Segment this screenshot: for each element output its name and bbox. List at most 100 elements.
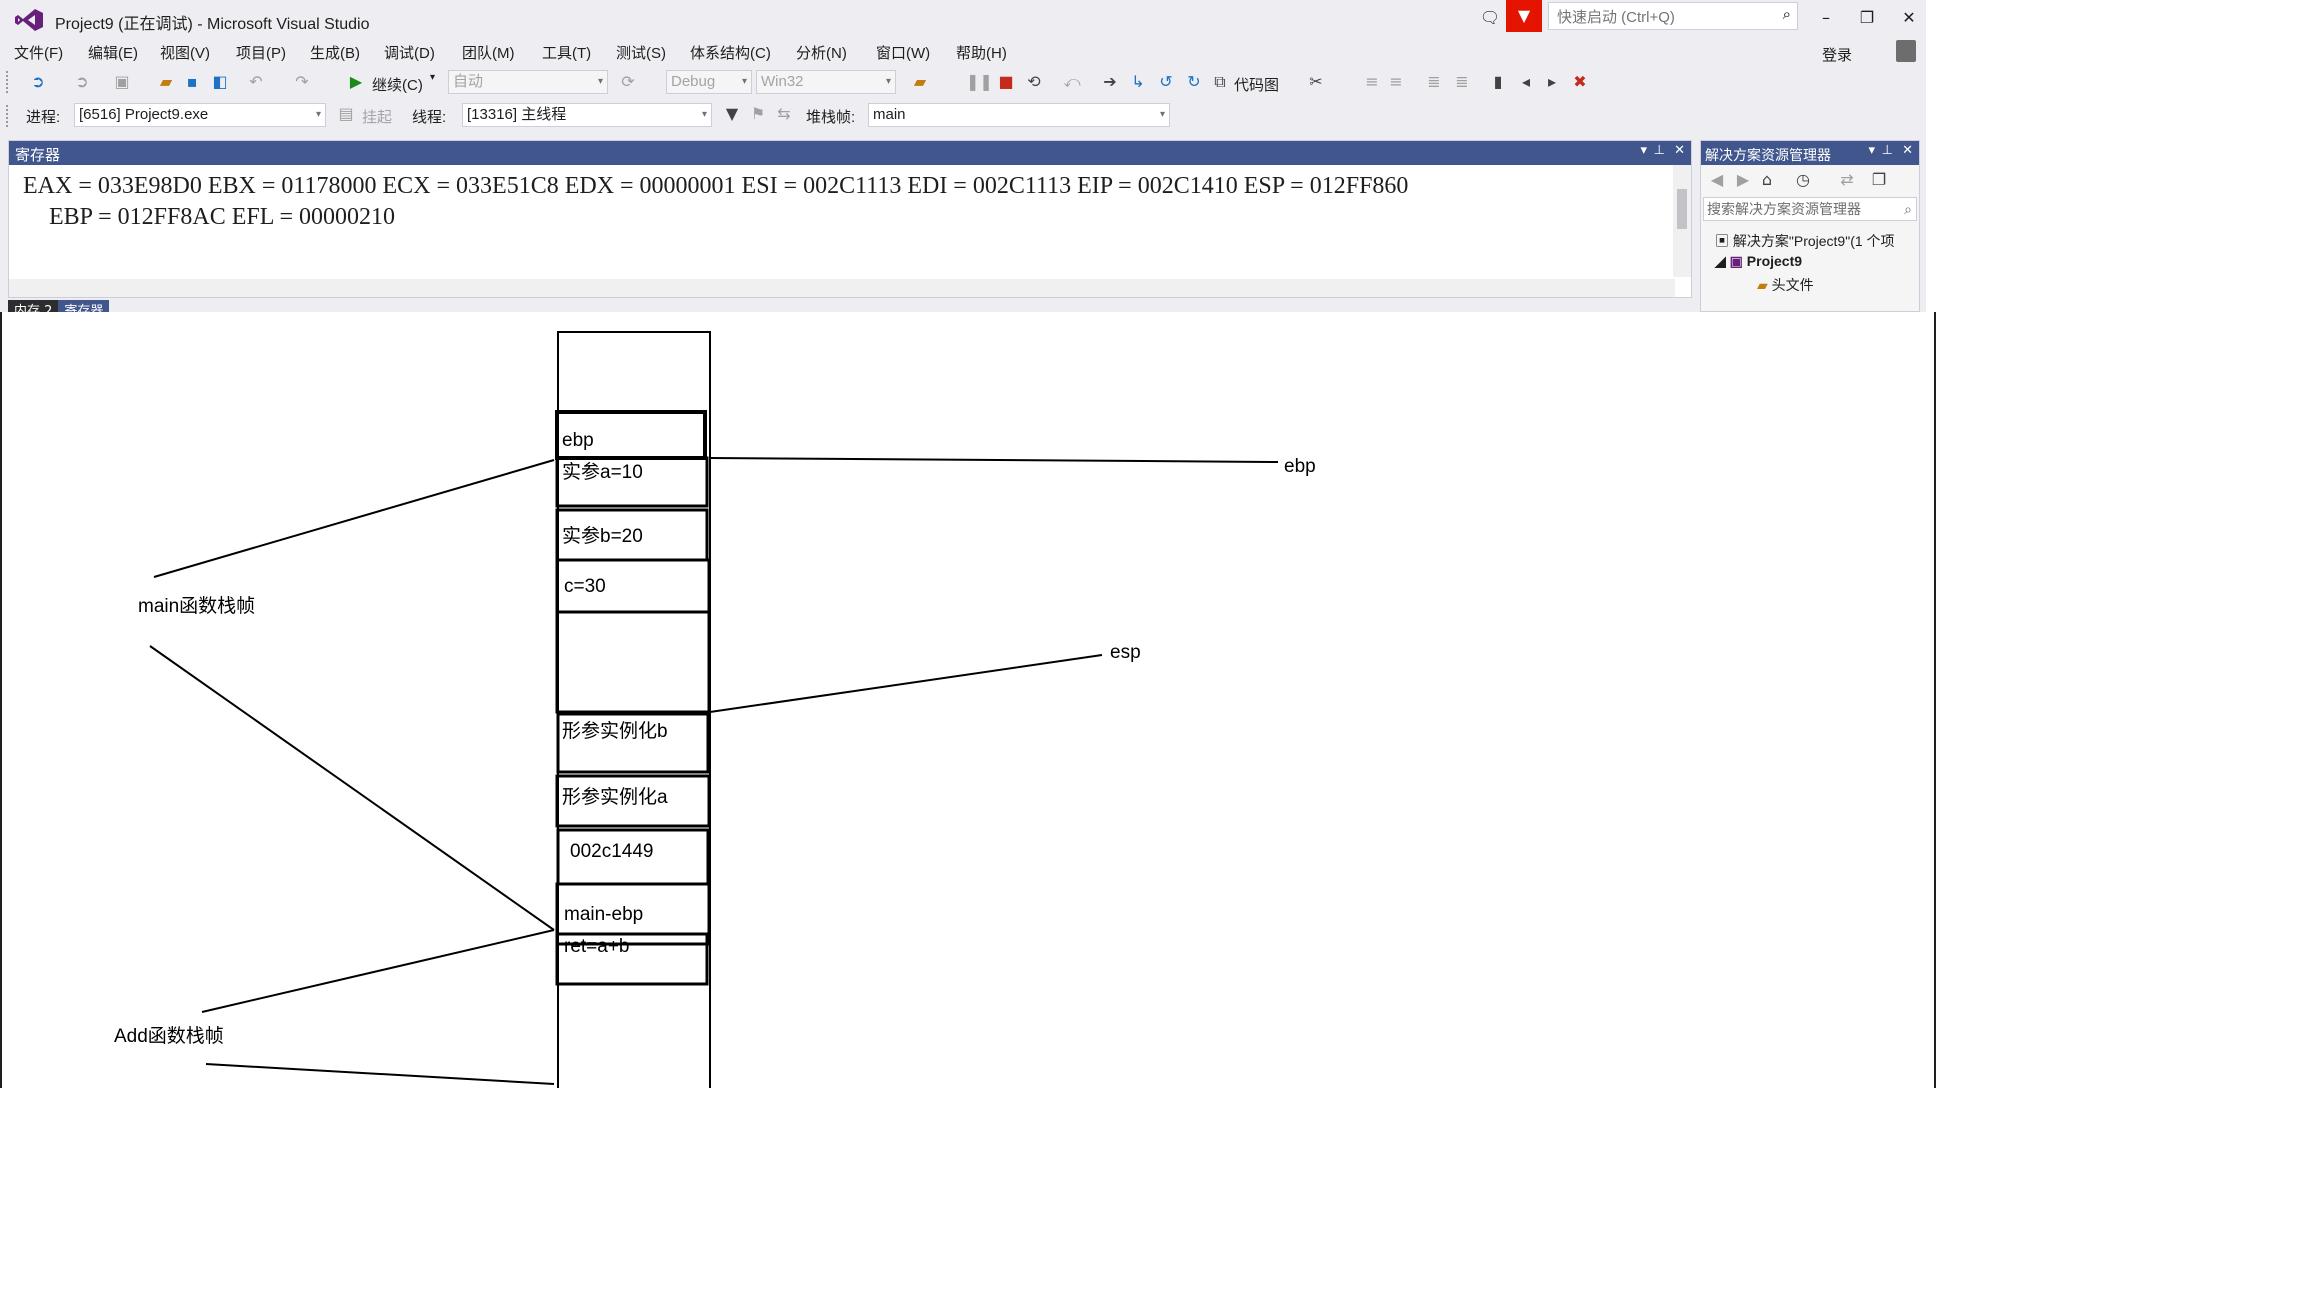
suspend-icon[interactable]: ▤ bbox=[336, 104, 356, 124]
home-icon[interactable]: ⌂ bbox=[1757, 170, 1777, 190]
tree-item-project[interactable]: ◢ ▣ Project9 bbox=[1715, 253, 1802, 270]
horizontal-scrollbar[interactable] bbox=[9, 279, 1675, 297]
pin-icon[interactable]: ⊥ bbox=[1882, 143, 1893, 158]
thread-value: [13316] 主线程 bbox=[467, 106, 567, 123]
menu-view[interactable]: 视图(V) bbox=[160, 42, 210, 63]
show-next-statement-icon[interactable]: ⤺ bbox=[1062, 72, 1082, 92]
login-link[interactable]: 登录 bbox=[1822, 44, 1852, 65]
save-icon[interactable]: ▪ bbox=[182, 72, 202, 92]
tree-item-headers[interactable]: ▰ 头文件 bbox=[1757, 275, 1814, 295]
thread-label: 线程: bbox=[412, 109, 447, 126]
uncomment-icon[interactable]: ≣ bbox=[1452, 72, 1472, 92]
menu-tools[interactable]: 工具(T) bbox=[542, 42, 591, 63]
code-map-icon[interactable]: ⧉ bbox=[1210, 72, 1230, 92]
flag-thread-icon[interactable]: ⚑ bbox=[748, 104, 768, 124]
filter-icon[interactable]: ▼ bbox=[722, 104, 742, 124]
menu-edit[interactable]: 编辑(E) bbox=[88, 42, 138, 63]
back-icon[interactable]: ◀ bbox=[1707, 170, 1727, 190]
sync-icon[interactable]: ⇄ bbox=[1837, 170, 1857, 190]
window-menu-chevron-icon[interactable]: ▾ bbox=[1640, 143, 1647, 158]
solution-explorer-title: 解决方案资源管理器 bbox=[1705, 147, 1831, 163]
registers-line-2: EBP = 012FF8AC EFL = 00000210 bbox=[49, 204, 396, 230]
undo-icon[interactable]: ↶ bbox=[246, 72, 266, 92]
quick-launch-input[interactable] bbox=[1555, 4, 1769, 30]
registers-content[interactable]: EAX = 033E98D0 EBX = 01178000 ECX = 033E… bbox=[23, 171, 1663, 233]
restore-button[interactable]: ❐ bbox=[1853, 6, 1881, 30]
menu-window[interactable]: 窗口(W) bbox=[876, 42, 930, 63]
step-over-icon[interactable]: ↺ bbox=[1156, 72, 1176, 92]
arrow-right-icon[interactable]: ➔ bbox=[1100, 72, 1120, 92]
history-icon[interactable]: ◷ bbox=[1793, 170, 1813, 190]
redo-icon[interactable]: ↷ bbox=[292, 72, 312, 92]
search-icon[interactable]: ⌕ bbox=[1783, 5, 1791, 23]
process-label: 进程: bbox=[26, 109, 61, 126]
feedback-icon[interactable]: 🗨 bbox=[1476, 6, 1504, 30]
solution-search-input[interactable]: 搜索解决方案资源管理器 ⌕ bbox=[1703, 197, 1917, 221]
stop-debugging-icon[interactable]: ■ bbox=[996, 72, 1016, 92]
cell-label-c: c=30 bbox=[564, 576, 606, 597]
bookmark-icon[interactable]: ▮ bbox=[1488, 72, 1508, 92]
close-icon[interactable]: ✕ bbox=[1902, 143, 1913, 158]
new-project-icon[interactable]: ▣ bbox=[112, 72, 132, 92]
menu-architecture[interactable]: 体系结构(C) bbox=[690, 42, 771, 63]
exception-settings-icon[interactable]: ✂ bbox=[1306, 72, 1326, 92]
indent-icon[interactable]: ≡ bbox=[1362, 72, 1382, 92]
find-icon[interactable]: ▰ bbox=[910, 72, 930, 92]
solution-config-combo[interactable]: 自动 ▾ bbox=[448, 70, 608, 94]
project-label: Project9 bbox=[1746, 253, 1803, 269]
menu-team[interactable]: 团队(M) bbox=[462, 42, 515, 63]
expand-callstack-icon[interactable]: ⇆ bbox=[774, 104, 794, 124]
window-menu-chevron-icon[interactable]: ▾ bbox=[1868, 143, 1875, 158]
step-into-icon[interactable]: ↳ bbox=[1128, 72, 1148, 92]
clear-bookmarks-icon[interactable]: ✖ bbox=[1570, 72, 1590, 92]
next-bookmark-icon[interactable]: ▸ bbox=[1542, 72, 1562, 92]
code-map-button[interactable]: 代码图 bbox=[1234, 74, 1279, 95]
toolbar-grip[interactable] bbox=[6, 71, 12, 93]
refresh-icon[interactable]: ⟳ bbox=[618, 72, 638, 92]
menu-analyze[interactable]: 分析(N) bbox=[796, 42, 847, 63]
notification-filter-icon[interactable]: ▼ bbox=[1506, 0, 1542, 32]
menu-debug[interactable]: 调试(D) bbox=[384, 42, 435, 63]
menu-build[interactable]: 生成(B) bbox=[310, 42, 360, 63]
step-out-icon[interactable]: ↻ bbox=[1184, 72, 1204, 92]
stack-frame-combo[interactable]: main ▾ bbox=[868, 103, 1170, 127]
navigate-forward-icon[interactable]: ➲ bbox=[72, 72, 92, 92]
pin-icon[interactable]: ⊥ bbox=[1654, 143, 1665, 158]
forward-icon[interactable]: ▶ bbox=[1733, 170, 1753, 190]
toolbar-grip[interactable] bbox=[6, 105, 12, 127]
navigate-back-icon[interactable]: ➲ bbox=[28, 72, 48, 92]
comment-icon[interactable]: ≣ bbox=[1424, 72, 1444, 92]
platform-value: Win32 bbox=[761, 73, 804, 90]
vertical-scrollbar[interactable] bbox=[1673, 165, 1691, 277]
menu-file[interactable]: 文件(F) bbox=[14, 42, 63, 63]
break-all-icon[interactable]: ❚❚ bbox=[966, 72, 993, 92]
scrollbar-thumb[interactable] bbox=[1677, 189, 1687, 229]
account-icon[interactable] bbox=[1896, 40, 1916, 62]
menu-project[interactable]: 项目(P) bbox=[236, 42, 286, 63]
continue-icon[interactable]: ▶ bbox=[346, 72, 366, 92]
menu-test[interactable]: 测试(S) bbox=[616, 42, 666, 63]
add-frame-label: Add函数栈帧 bbox=[114, 1025, 224, 1047]
chevron-down-icon[interactable]: ▾ bbox=[430, 72, 435, 83]
expand-triangle-icon[interactable]: ◢ bbox=[1715, 253, 1726, 269]
restart-icon[interactable]: ⟲ bbox=[1024, 72, 1044, 92]
suspend-button[interactable]: 挂起 bbox=[362, 106, 392, 127]
minimize-button[interactable]: – bbox=[1812, 6, 1840, 30]
prev-bookmark-icon[interactable]: ◂ bbox=[1516, 72, 1536, 92]
process-combo[interactable]: [6516] Project9.exe ▾ bbox=[74, 103, 326, 127]
outdent-icon[interactable]: ≡ bbox=[1386, 72, 1406, 92]
close-button[interactable]: ✕ bbox=[1895, 6, 1923, 30]
solution-icon: ▣ bbox=[1715, 233, 1729, 249]
collapse-all-icon[interactable]: ❐ bbox=[1869, 170, 1889, 190]
close-icon[interactable]: ✕ bbox=[1674, 143, 1685, 158]
quick-launch-box[interactable]: ⌕ bbox=[1548, 2, 1798, 30]
save-all-icon[interactable]: ◧ bbox=[210, 72, 230, 92]
tree-item-solution[interactable]: ▣ 解决方案"Project9"(1 个项 bbox=[1715, 231, 1895, 251]
menu-help[interactable]: 帮助(H) bbox=[956, 42, 1007, 63]
open-file-icon[interactable]: ▰ bbox=[156, 72, 176, 92]
platform-combo[interactable]: Win32 ▾ bbox=[756, 70, 896, 94]
continue-button[interactable]: 继续(C) bbox=[372, 74, 423, 95]
thread-combo[interactable]: [13316] 主线程 ▾ bbox=[462, 103, 712, 127]
build-config-combo[interactable]: Debug ▾ bbox=[666, 70, 752, 94]
search-icon[interactable]: ⌕ bbox=[1904, 198, 1912, 220]
